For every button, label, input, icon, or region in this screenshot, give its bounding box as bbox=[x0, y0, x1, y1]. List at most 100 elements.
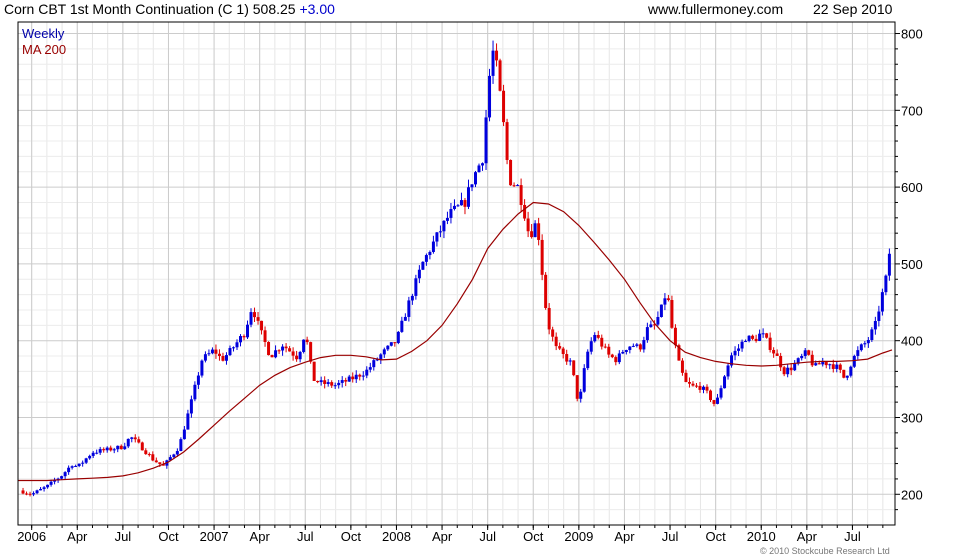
weekly-candle bbox=[165, 459, 169, 469]
candle-body bbox=[617, 353, 621, 363]
weekly-candle bbox=[582, 364, 586, 393]
candle-body bbox=[701, 386, 705, 390]
weekly-candle bbox=[396, 330, 400, 345]
x-tick-label: Jul bbox=[662, 529, 679, 544]
weekly-candle bbox=[719, 385, 723, 400]
candle-body bbox=[263, 330, 267, 342]
weekly-candle bbox=[393, 342, 397, 347]
weekly-candle bbox=[568, 358, 572, 366]
candle-body bbox=[758, 333, 762, 341]
weekly-candle bbox=[856, 346, 860, 360]
candle-body bbox=[119, 445, 123, 450]
candle-body bbox=[516, 185, 520, 187]
candle-body bbox=[673, 327, 677, 346]
weekly-candle bbox=[589, 337, 593, 355]
candle-body bbox=[628, 346, 632, 351]
weekly-candle bbox=[733, 346, 737, 361]
candle-body bbox=[193, 384, 197, 400]
weekly-candle bbox=[712, 399, 716, 407]
candle-body bbox=[747, 335, 751, 342]
weekly-candle bbox=[635, 342, 639, 348]
candle-body bbox=[70, 466, 74, 468]
weekly-candle bbox=[470, 184, 474, 192]
weekly-candle bbox=[540, 234, 544, 281]
candle-body bbox=[866, 339, 870, 344]
candle-body bbox=[603, 346, 607, 348]
weekly-candle bbox=[221, 352, 225, 362]
candle-body bbox=[179, 439, 183, 452]
candle-body bbox=[723, 376, 727, 389]
candle-body bbox=[326, 382, 330, 384]
candle-body bbox=[684, 372, 688, 383]
weekly-candle bbox=[21, 487, 25, 495]
candle-body bbox=[459, 200, 463, 206]
weekly-candle bbox=[105, 446, 109, 453]
weekly-candle bbox=[656, 311, 660, 327]
candle-body bbox=[302, 339, 306, 352]
weekly-candle bbox=[495, 43, 499, 67]
x-tick-label: Jul bbox=[844, 529, 861, 544]
weekly-candle bbox=[596, 330, 600, 340]
candle-body bbox=[659, 304, 663, 317]
weekly-candle bbox=[284, 343, 288, 353]
weekly-candle bbox=[533, 220, 537, 238]
weekly-candle bbox=[849, 365, 853, 378]
candle-body bbox=[473, 172, 477, 185]
candle-body bbox=[358, 374, 362, 377]
weekly-candle bbox=[463, 198, 467, 215]
y-tick-label: 500 bbox=[901, 257, 923, 272]
weekly-candle bbox=[705, 384, 709, 394]
candle-body bbox=[824, 362, 828, 366]
candle-body bbox=[786, 367, 790, 375]
candle-body bbox=[810, 354, 814, 366]
x-tick-label: Jul bbox=[479, 529, 496, 544]
candle-body bbox=[537, 223, 541, 240]
weekly-candle bbox=[207, 349, 211, 356]
candle-body bbox=[698, 385, 702, 390]
candle-body bbox=[645, 327, 649, 341]
candle-body bbox=[765, 333, 769, 338]
candle-body bbox=[638, 344, 642, 350]
weekly-candle bbox=[210, 347, 214, 355]
weekly-candle bbox=[863, 341, 867, 348]
weekly-candle bbox=[845, 375, 849, 381]
candle-body bbox=[28, 493, 32, 495]
weekly-candle bbox=[203, 351, 207, 363]
weekly-candle bbox=[74, 464, 78, 467]
weekly-candle bbox=[417, 265, 421, 284]
candle-body bbox=[744, 341, 748, 343]
weekly-candle bbox=[358, 373, 362, 381]
candle-body bbox=[852, 355, 856, 367]
weekly-candle bbox=[551, 326, 555, 342]
weekly-candle bbox=[621, 349, 625, 355]
weekly-candle bbox=[726, 363, 730, 380]
candle-body bbox=[793, 363, 797, 371]
weekly-candle bbox=[459, 192, 463, 206]
weekly-candle bbox=[147, 452, 151, 457]
candle-body bbox=[631, 345, 635, 347]
candle-body bbox=[877, 311, 881, 321]
candle-body bbox=[551, 329, 555, 337]
weekly-candle bbox=[217, 349, 221, 361]
weekly-candle bbox=[116, 445, 120, 453]
candle-body bbox=[323, 380, 327, 384]
candle-body bbox=[361, 375, 365, 377]
candle-body bbox=[509, 159, 513, 186]
candle-body bbox=[196, 375, 200, 385]
candle-body bbox=[340, 380, 344, 383]
weekly-candle bbox=[154, 457, 158, 463]
weekly-candle bbox=[887, 248, 891, 281]
candle-body bbox=[456, 205, 460, 207]
weekly-candle bbox=[224, 352, 228, 365]
candle-body bbox=[424, 255, 428, 262]
candle-body bbox=[417, 269, 421, 279]
weekly-candle bbox=[484, 109, 488, 171]
x-tick-label: Jul bbox=[115, 529, 132, 544]
weekly-candle bbox=[516, 184, 520, 187]
weekly-candle bbox=[452, 199, 456, 211]
candle-body bbox=[438, 231, 442, 233]
x-tick-label: Apr bbox=[432, 529, 453, 544]
weekly-candle bbox=[295, 350, 299, 362]
candle-body bbox=[330, 382, 334, 386]
candle-body bbox=[814, 363, 818, 366]
